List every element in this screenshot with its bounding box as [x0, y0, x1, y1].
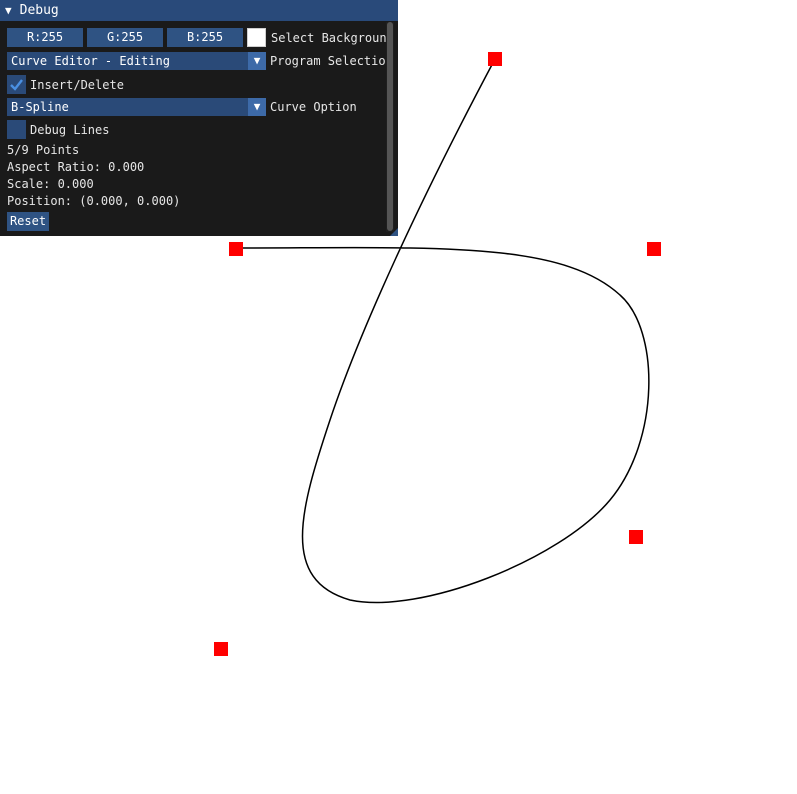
curve-option-label: Curve Option [270, 100, 357, 114]
scale-text: Scale: 0.000 [7, 177, 94, 191]
program-selection-combo[interactable]: Curve Editor - Editing ▼ [7, 52, 266, 70]
control-point[interactable] [488, 52, 502, 66]
debug-window[interactable]: ▼ Debug R:255 G:255 B:255 Select Backgro… [0, 0, 398, 236]
green-button[interactable]: G:255 [87, 28, 163, 47]
control-point[interactable] [229, 242, 243, 256]
debug-lines-label: Debug Lines [30, 122, 110, 137]
insert-delete-checkbox[interactable] [7, 75, 26, 94]
program-selection-label: Program Selectio [270, 54, 386, 68]
red-button[interactable]: R:255 [7, 28, 83, 47]
window-titlebar[interactable]: ▼ Debug [0, 0, 398, 21]
points-count: 5/9 Points [7, 143, 80, 157]
resize-grip-icon[interactable] [390, 228, 398, 236]
insert-delete-label: Insert/Delete [30, 77, 124, 92]
window-scrollbar[interactable] [386, 22, 394, 232]
chevron-down-icon[interactable]: ▼ [248, 98, 266, 116]
window-title: Debug [19, 3, 59, 18]
chevron-down-icon[interactable]: ▼ [248, 52, 266, 70]
scrollbar-grab[interactable] [387, 22, 393, 231]
position-text: Position: (0.000, 0.000) [7, 194, 181, 208]
curve-option-combo[interactable]: B-Spline ▼ [7, 98, 266, 116]
reset-button[interactable]: Reset [7, 212, 49, 231]
program-selection-value[interactable]: Curve Editor - Editing [7, 52, 248, 70]
control-point[interactable] [629, 530, 643, 544]
background-color-swatch[interactable] [247, 28, 266, 47]
select-background-label: Select Backgroun [271, 30, 387, 45]
curve-option-value[interactable]: B-Spline [7, 98, 248, 116]
aspect-ratio-text: Aspect Ratio: 0.000 [7, 160, 145, 174]
control-point[interactable] [214, 642, 228, 656]
blue-button[interactable]: B:255 [167, 28, 243, 47]
debug-lines-checkbox[interactable] [7, 120, 26, 139]
checkmark-icon [10, 79, 23, 91]
collapse-triangle-icon[interactable]: ▼ [5, 0, 12, 21]
control-point[interactable] [647, 242, 661, 256]
